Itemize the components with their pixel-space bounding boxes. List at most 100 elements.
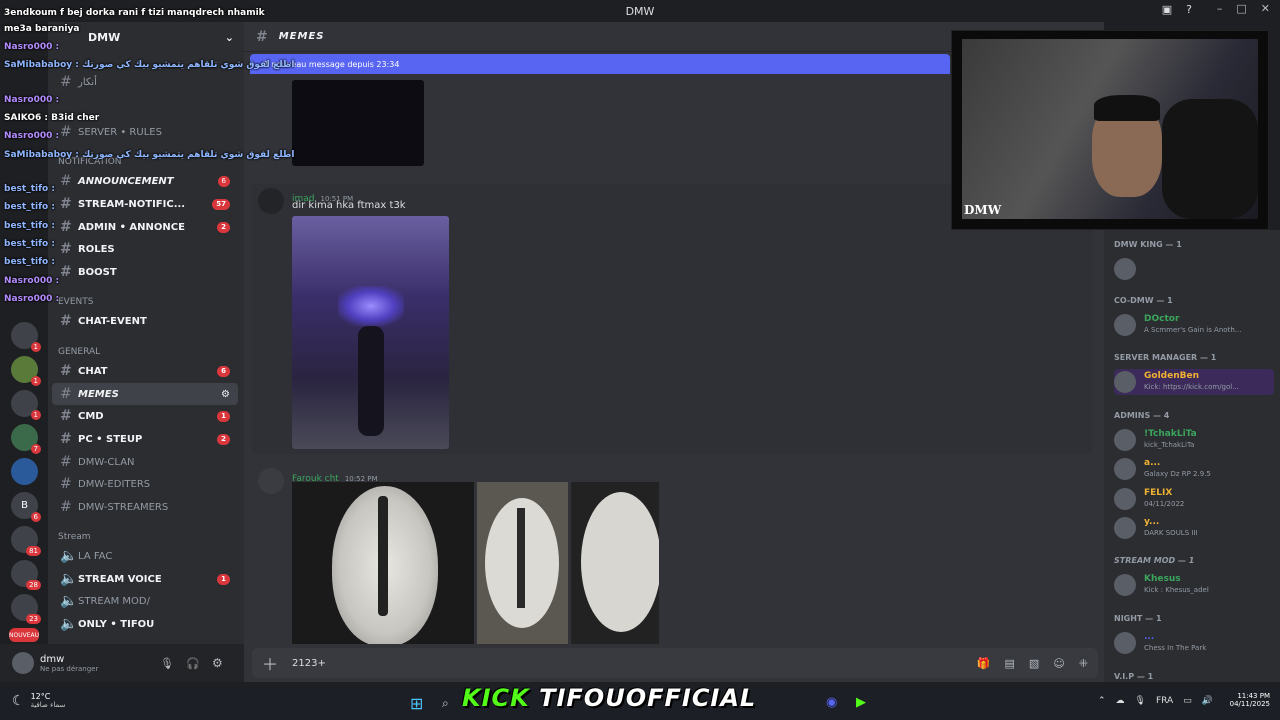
inbox-icon[interactable]: ▣ [1162, 3, 1172, 16]
avatar[interactable] [12, 652, 34, 674]
chevron-up-icon[interactable]: ⌃ [1098, 696, 1106, 706]
category-general[interactable]: GENERAL [58, 347, 100, 357]
member-item[interactable]: y... DARK SOULS III [1114, 515, 1274, 541]
language-indicator[interactable]: FRA [1156, 696, 1173, 706]
message-text: dir kima hka ftmax t3k [292, 200, 406, 211]
overlay-chat-line: best_tifo : [4, 184, 55, 194]
server-icon[interactable]: 1 [11, 390, 41, 420]
server-icon[interactable]: B6 [11, 492, 41, 522]
apps-icon[interactable]: ⁜ [1079, 657, 1088, 670]
close-button[interactable]: ✕ [1261, 2, 1270, 15]
server-icon[interactable]: 23 [11, 594, 41, 624]
category-stream[interactable]: Stream [58, 532, 91, 542]
overlay-chat-line: best_tifo : [4, 239, 55, 249]
channel-item[interactable]: # ANNOUNCEMENT 6 [52, 170, 238, 192]
member-item[interactable] [1114, 256, 1274, 282]
channel-item[interactable]: # ROLES [52, 238, 238, 260]
channel-item[interactable]: # PC • STEUP 2 [52, 428, 238, 450]
help-icon[interactable]: ? [1186, 3, 1192, 16]
hash-icon: # [60, 454, 72, 470]
channel-item[interactable]: # أنكار [52, 71, 238, 93]
channel-item[interactable]: # STREAM-NOTIFIC... 57 [52, 193, 238, 215]
overlay-chat-line: SaMibababoy : اطلع لفوق شوي تلقاهم يتمشي… [4, 150, 295, 160]
message-image[interactable] [292, 80, 424, 166]
cloud-icon[interactable]: ☁ [1116, 696, 1125, 706]
speaker-icon: 🔈 [60, 548, 78, 564]
maximize-button[interactable]: □ [1236, 2, 1246, 15]
member-item[interactable]: ... Chess In The Park [1114, 630, 1274, 656]
volume-icon[interactable]: 🔊 [1202, 696, 1213, 706]
voice-channel[interactable]: 🔈 STREAM MOD/ [52, 590, 238, 612]
avatar [1114, 458, 1136, 480]
message-image[interactable] [292, 482, 474, 644]
server-icon[interactable]: 7 [11, 424, 41, 454]
hash-icon: # [60, 241, 72, 257]
new-messages-bar[interactable]: 1 nouveau message depuis 23:34 [250, 54, 950, 74]
voice-channel[interactable]: 🔈 LA FAC [52, 545, 238, 567]
server-icon[interactable]: 28 [11, 560, 41, 590]
clock[interactable]: 11:43 PM 04/11/2025 [1222, 692, 1270, 708]
member-item[interactable]: FELIX 04/11/2022 [1114, 486, 1274, 512]
member-item[interactable]: Khesus Kick : Khesus_adel [1114, 572, 1274, 598]
gif-icon[interactable]: ▤ [1005, 657, 1015, 670]
channel-item[interactable]: # ADMIN • ANNONCE 2 [52, 216, 238, 238]
message-composer[interactable]: ＋ 2123+ 🎁 ▤ ▧ ☺ ⁜ [252, 648, 1098, 678]
app-icon[interactable]: ▶ [856, 695, 866, 710]
member-item[interactable]: a... Galaxy Dz RP 2.9.5 [1114, 456, 1274, 482]
member-item[interactable]: DOctor A Scmmer's Gain is Anoth... [1114, 312, 1274, 338]
message-image[interactable] [477, 482, 568, 644]
channel-item[interactable]: # DMW-EDITERS [52, 473, 238, 495]
overlay-chat-line: Nasro000 : [4, 294, 60, 304]
discord-icon[interactable]: ◉ [826, 695, 837, 710]
overlay-chat-line: best_tifo : [4, 221, 55, 231]
minimize-button[interactable]: – [1217, 2, 1223, 15]
hash-icon: # [60, 386, 72, 402]
microphone-icon[interactable]: 🎙 [160, 657, 174, 670]
app-title: DMW [625, 4, 655, 18]
weather-temp: 12°C [30, 692, 51, 701]
channel-item[interactable]: # DMW-STREAMERS [52, 496, 238, 518]
channel-item[interactable]: # DMW-CLAN [52, 451, 238, 473]
plus-icon[interactable]: ＋ [262, 651, 278, 675]
overlay-chat-line: me3a baraniya [4, 24, 80, 34]
server-icon[interactable] [11, 458, 38, 485]
category-events[interactable]: EVENTS [58, 297, 93, 307]
overlay-chat-line: Nasro000 : [4, 131, 60, 141]
voice-channel[interactable]: 🔈 STREAM VOICE 1 [52, 568, 238, 590]
overlay-chat-line: best_tifo : [4, 202, 55, 212]
avatar[interactable] [258, 188, 284, 214]
channel-item[interactable]: # CHAT-EVENT [52, 310, 238, 332]
composer-text: 2123+ [292, 657, 326, 669]
search-icon[interactable]: ⌕ [442, 696, 449, 711]
channel-item[interactable]: # CHAT 6 [52, 360, 238, 382]
settings-icon[interactable]: ⚙ [212, 656, 223, 670]
message-image[interactable] [571, 482, 659, 644]
avatar[interactable] [258, 468, 284, 494]
member-item[interactable]: GoldenBen Kick: https://kick.com/gol... [1114, 369, 1274, 395]
windows-start-icon[interactable]: ⊞ [410, 694, 423, 713]
settings-icon[interactable]: ⚙ [221, 389, 230, 400]
server-icon[interactable]: 81 [11, 526, 41, 556]
gift-icon[interactable]: 🎁 [977, 657, 991, 670]
emoji-icon[interactable]: ☺ [1053, 657, 1064, 670]
voice-channel[interactable]: 🔈 ONLY • TIFOU [52, 613, 238, 635]
weather-widget[interactable]: ☾ 12°C سماء صافية [12, 692, 65, 709]
hash-icon: # [60, 431, 72, 447]
channel-item-selected[interactable]: # MEMES ⚙ [52, 383, 238, 405]
server-icon[interactable]: 1 [11, 356, 41, 386]
channel-item[interactable]: # BOOST [52, 261, 238, 283]
server-icon[interactable]: 1 [11, 322, 41, 352]
headphones-icon[interactable]: 🎧 [186, 657, 200, 670]
sticker-icon[interactable]: ▧ [1029, 657, 1039, 670]
network-icon[interactable]: ▭ [1183, 696, 1192, 706]
member-item[interactable]: !TchakLiTa kick_TchakLiTa [1114, 427, 1274, 453]
hash-icon: # [60, 408, 72, 424]
message-image[interactable] [292, 216, 449, 449]
avatar [1114, 429, 1136, 451]
overlay-chat-line: best_tifo : [4, 257, 55, 267]
channel-item[interactable]: # CMD 1 [52, 405, 238, 427]
member-list: DMW KING — 1 CO-DMW — 1 DOctor A Scmmer's… [1104, 230, 1280, 682]
clock-time: 11:43 PM [1237, 692, 1270, 700]
microphone-icon[interactable]: 🎙 [1135, 696, 1146, 706]
channel-item[interactable]: # SERVER • RULES [52, 121, 238, 143]
